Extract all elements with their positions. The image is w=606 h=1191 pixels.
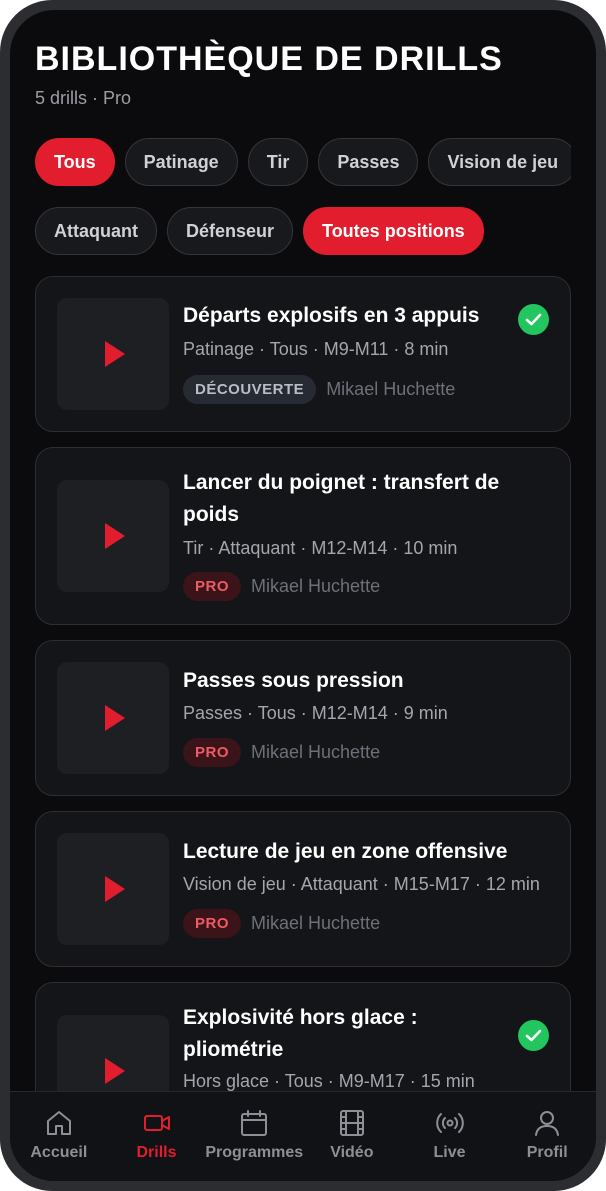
drill-card[interactable]: Lancer du poignet : transfert de poids T… [35, 447, 571, 625]
drill-title: Passes sous pression [183, 669, 404, 692]
completed-check-icon [518, 304, 549, 335]
filter-chip-patinage[interactable]: Patinage [124, 138, 238, 186]
play-icon [105, 876, 125, 902]
drill-card[interactable]: Lecture de jeu en zone offensive Vision … [35, 811, 571, 967]
drill-meta: Patinage · Tous · M9-M11 · 8 min [183, 339, 449, 359]
tab-label: Profil [526, 1144, 568, 1161]
film-icon [339, 1110, 364, 1136]
filter-chip-defenseur[interactable]: Défenseur [167, 207, 294, 255]
phone-frame: BIBLIOTHÈQUE DE DRILLS 5 drills · Pro To… [0, 0, 606, 1191]
drill-card[interactable]: Départs explosifs en 3 appuis Patinage ·… [35, 276, 571, 432]
tab-accueil[interactable]: Accueil [10, 1092, 108, 1181]
completed-check-icon [518, 1020, 549, 1051]
bottom-tab-bar: Accueil Drills Programmes Vidéo Live Pro… [10, 1091, 596, 1181]
tab-label: Programmes [205, 1144, 304, 1161]
filter-chip-toutes-positions[interactable]: Toutes positions [303, 207, 484, 255]
filter-chip-attaquant[interactable]: Attaquant [35, 207, 157, 255]
tab-profil[interactable]: Profil [498, 1092, 596, 1181]
drill-title: Départs explosifs en 3 appuis [183, 304, 480, 327]
drill-tags: PRO Mikael Huchette [183, 738, 380, 767]
home-icon [46, 1111, 71, 1135]
tab-programmes[interactable]: Programmes [205, 1092, 303, 1181]
drill-title: Lecture de jeu en zone offensive [183, 840, 508, 863]
level-badge: DÉCOUVERTE [183, 375, 317, 404]
app-screen: BIBLIOTHÈQUE DE DRILLS 5 drills · Pro To… [10, 10, 596, 1181]
tab-live[interactable]: Live [401, 1092, 499, 1181]
filter-chip-passes[interactable]: Passes [318, 138, 419, 186]
tab-label: Accueil [30, 1144, 88, 1161]
user-icon [535, 1111, 560, 1136]
position-filter-row: Attaquant Défenseur Toutes positions [35, 207, 484, 255]
play-icon [105, 523, 125, 549]
drill-meta: Tir · Attaquant · M12-M14 · 10 min [183, 538, 458, 558]
calendar-icon [241, 1110, 268, 1136]
tab-drills[interactable]: Drills [108, 1092, 206, 1181]
play-icon [105, 1058, 125, 1084]
level-badge: PRO [183, 738, 242, 767]
level-badge: PRO [183, 572, 242, 601]
level-badge: PRO [183, 909, 242, 938]
filter-chip-vision-de-jeu[interactable]: Vision de jeu [428, 138, 571, 186]
tab-label: Live [433, 1144, 466, 1161]
drill-author: Mikael Huchette [326, 379, 456, 399]
drill-author: Mikael Huchette [251, 576, 381, 596]
drill-meta: Hors glace · Tous · M9-M17 · 15 min [183, 1071, 475, 1091]
filter-chip-tous[interactable]: Tous [35, 138, 115, 186]
play-icon [105, 341, 125, 367]
drill-thumbnail[interactable] [57, 833, 169, 945]
tab-label: Drills [136, 1144, 177, 1161]
drill-thumbnail[interactable] [57, 480, 169, 592]
play-icon [105, 705, 125, 731]
drill-author: Mikael Huchette [251, 913, 381, 933]
drill-card[interactable]: Passes sous pression Passes · Tous · M12… [35, 640, 571, 796]
video-camera-icon [143, 1115, 170, 1131]
drill-meta: Passes · Tous · M12-M14 · 9 min [183, 703, 448, 723]
tab-label: Vidéo [330, 1144, 374, 1161]
drill-meta: Vision de jeu · Attaquant · M15-M17 · 12… [183, 874, 540, 894]
drill-title: Lancer du poignet : transfert de poids [183, 471, 500, 526]
page-subtitle: 5 drills · Pro [35, 88, 132, 108]
drill-thumbnail[interactable] [57, 298, 169, 410]
drill-tags: PRO Mikael Huchette [183, 572, 380, 601]
drill-thumbnail[interactable] [57, 662, 169, 774]
drill-author: Mikael Huchette [251, 742, 381, 762]
drill-tags: PRO Mikael Huchette [183, 909, 380, 938]
tab-video[interactable]: Vidéo [303, 1092, 401, 1181]
filter-chip-tir[interactable]: Tir [247, 138, 309, 186]
drill-tags: DÉCOUVERTE Mikael Huchette [183, 375, 455, 404]
page-title: BIBLIOTHÈQUE DE DRILLS [35, 40, 503, 78]
broadcast-icon [435, 1113, 464, 1133]
category-filter-row: Tous Patinage Tir Passes Vision de jeu [35, 138, 571, 186]
drill-title: Explosivité hors glace : pliométrie [183, 1006, 418, 1061]
